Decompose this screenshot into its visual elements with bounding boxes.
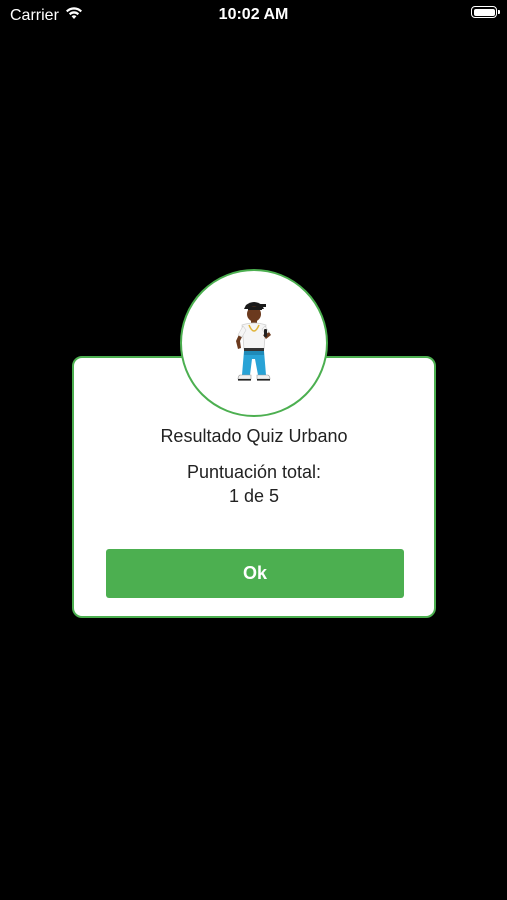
score-label: Puntuación total: [186, 462, 322, 482]
avatar-circle [180, 269, 328, 417]
battery-icon [471, 6, 500, 18]
score-value: 1 de 5 [228, 486, 280, 506]
status-right [471, 6, 500, 18]
status-time: 10:02 AM [218, 6, 289, 23]
dialog-title: Resultado Quiz Urbano [160, 426, 348, 446]
status-bar: Carrier 10:02 AM [0, 0, 507, 32]
ok-button[interactable]: Ok [106, 549, 404, 598]
rapper-character-icon [224, 299, 284, 388]
screen: Carrier 10:02 AM Resultado Quiz Urbano P… [0, 0, 507, 900]
